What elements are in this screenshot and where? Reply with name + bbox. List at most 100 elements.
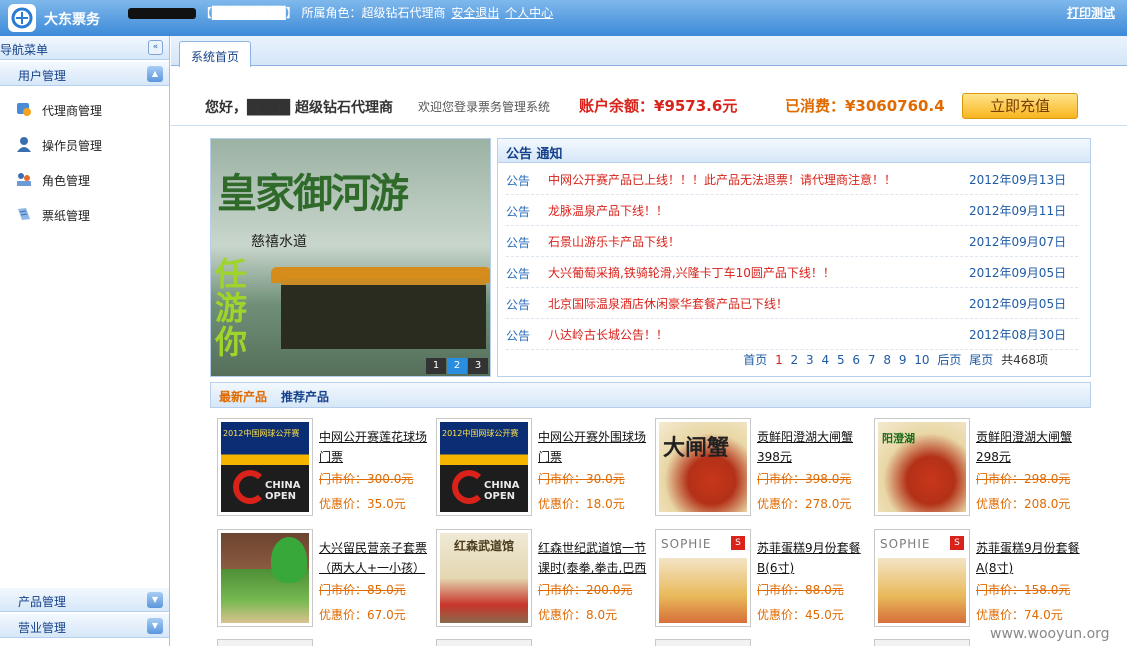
product-image[interactable]: [217, 639, 313, 646]
product-name-link[interactable]: 红森世纪武道馆一节课时(泰拳,拳击,巴西: [538, 538, 650, 578]
product-name-link[interactable]: 苏菲蛋糕9月份套餐B(6寸): [757, 538, 869, 578]
pager-page-6[interactable]: 6: [852, 353, 860, 367]
pager-page-4[interactable]: 4: [821, 353, 829, 367]
sidebar-section-product-management[interactable]: 产品管理 ▼: [0, 588, 169, 612]
pager-next[interactable]: 后页: [937, 353, 961, 367]
pager-page-7[interactable]: 7: [868, 353, 876, 367]
image-caption: SOPHIE: [880, 537, 931, 551]
sidebar-collapse-button[interactable]: «: [148, 40, 163, 55]
sidebar-section-user-management[interactable]: 用户管理 ▲: [0, 62, 169, 86]
pager-last[interactable]: 尾页: [969, 353, 993, 367]
notice-row[interactable]: 公告 八达岭古长城公告！！ 2012年08月30日: [506, 319, 1078, 350]
notice-link[interactable]: 北京国际温泉酒店休闲豪华套餐产品已下线！: [548, 295, 788, 312]
sidebar-item-agent-management[interactable]: 代理商管理: [0, 94, 169, 124]
product-row-partial: [210, 639, 1091, 646]
notice-tag: 公告: [506, 174, 531, 188]
sidebar-item-ticket-paper-management[interactable]: 票纸管理: [0, 199, 169, 229]
product-card[interactable]: 阳澄湖 贡鲜阳澄湖大闸蟹298元 门市价：298.0元 优惠价：208.0元: [871, 418, 1086, 522]
section-label: 产品管理: [18, 595, 67, 609]
product-name-link[interactable]: 中网公开赛外围球场门票: [538, 427, 650, 467]
pager-page-5[interactable]: 5: [837, 353, 845, 367]
product-name-link[interactable]: 贡鲜阳澄湖大闸蟹298元: [976, 427, 1088, 467]
sidebar-header: 导航菜单 «: [0, 36, 169, 60]
sidebar-item-role-management[interactable]: 角色管理: [0, 164, 169, 194]
tab-recommended-products[interactable]: 推荐产品: [281, 388, 329, 405]
product-image[interactable]: SOPHIE S: [655, 529, 751, 627]
pager-page-2[interactable]: 2: [791, 353, 799, 367]
print-test-link[interactable]: 打印测试: [1067, 4, 1115, 21]
market-price: 门市价：398.0元: [757, 472, 852, 486]
pager-page-8[interactable]: 8: [883, 353, 891, 367]
product-image[interactable]: SOPHIE S: [874, 529, 970, 627]
product-image[interactable]: 红森武道馆: [436, 529, 532, 627]
banner-slide-3[interactable]: 3: [468, 358, 488, 374]
sale-price: 优惠价：45.0元: [757, 608, 844, 622]
tab-home[interactable]: 系统首页: [179, 41, 251, 67]
product-image[interactable]: 2012中国网球公开赛 CHINA OPEN: [436, 418, 532, 516]
product-card[interactable]: 大兴留民营亲子套票（两大人+一小孩） 门市价：85.0元 优惠价：67.0元: [214, 529, 429, 633]
banner-carousel[interactable]: 皇家御河游 慈禧水道 任游你 123: [210, 138, 491, 377]
image-caption: 红森武道馆: [454, 539, 515, 553]
notice-tag: 公告: [506, 236, 531, 250]
notice-row[interactable]: 公告 龙脉温泉产品下线！！ 2012年09月11日: [506, 195, 1078, 226]
notice-row[interactable]: 公告 北京国际温泉酒店休闲豪华套餐产品已下线！ 2012年09月05日: [506, 288, 1078, 319]
pager-page-1[interactable]: 1: [775, 353, 783, 367]
brand-name: 大东票务: [44, 12, 100, 28]
notice-row[interactable]: 公告 石景山游乐卡产品下线！ 2012年09月07日: [506, 226, 1078, 257]
notice-link[interactable]: 龙脉温泉产品下线！！: [548, 202, 668, 219]
welcome-bar: 您好，████ 超级钻石代理商 欢迎您登录票务管理系统 账户余额：¥9573.6…: [171, 90, 1127, 126]
logo-icon: [11, 7, 33, 29]
image-caption: SOPHIE: [661, 537, 712, 551]
welcome-message: 欢迎您登录票务管理系统: [418, 100, 551, 114]
product-card[interactable]: 红森武道馆 红森世纪武道馆一节课时(泰拳,拳击,巴西 门市价：200.0元 优惠…: [433, 529, 648, 633]
notice-date: 2012年08月30日: [969, 328, 1067, 342]
banner-slide-2[interactable]: 2: [447, 358, 467, 374]
sidebar-section-business-management[interactable]: 营业管理 ▼: [0, 614, 169, 638]
recharge-button[interactable]: 立即充值: [962, 93, 1078, 119]
section-label: 用户管理: [18, 69, 67, 83]
banner-slide-1[interactable]: 1: [426, 358, 446, 374]
notice-link[interactable]: 大兴葡萄采摘,铁骑轮滑,兴隆卡丁车10圆产品下线！！: [548, 264, 835, 281]
chevron-down-icon[interactable]: ▼: [147, 618, 163, 634]
pager-page-10[interactable]: 10: [914, 353, 929, 367]
pager-first[interactable]: 首页: [743, 353, 767, 367]
menu-label: 代理商管理: [42, 104, 103, 118]
pager-page-3[interactable]: 3: [806, 353, 814, 367]
ticket-paper-icon: [18, 208, 30, 220]
notice-row[interactable]: 公告 中网公开赛产品已上线！！！此产品无法退票！请代理商注意！！ 2012年09…: [506, 164, 1078, 195]
product-image[interactable]: 阳澄湖: [874, 418, 970, 516]
product-name-link[interactable]: 中网公开赛莲花球场门票: [319, 427, 431, 467]
product-image[interactable]: [436, 639, 532, 646]
image-caption: 大闸蟹: [663, 436, 730, 461]
product-name-link[interactable]: 贡鲜阳澄湖大闸蟹398元: [757, 427, 869, 467]
product-card[interactable]: SOPHIE S 苏菲蛋糕9月份套餐B(6寸) 门市价：88.0元 优惠价：45…: [652, 529, 867, 633]
sidebar-item-operator-management[interactable]: 操作员管理: [0, 129, 169, 159]
product-image[interactable]: [655, 639, 751, 646]
product-card[interactable]: 2012中国网球公开赛 CHINA OPEN 中网公开赛莲花球场门票 门市价：3…: [214, 418, 429, 522]
tab-latest-products[interactable]: 最新产品: [219, 388, 267, 405]
notice-row[interactable]: 公告 大兴葡萄采摘,铁骑轮滑,兴隆卡丁车10圆产品下线！！ 2012年09月05…: [506, 257, 1078, 288]
consumed-amount: 已消费：¥3060760.4: [785, 97, 945, 115]
product-card[interactable]: 大闸蟹 贡鲜阳澄湖大闸蟹398元 门市价：398.0元 优惠价：278.0元: [652, 418, 867, 522]
product-image[interactable]: [217, 529, 313, 627]
chevron-up-icon[interactable]: ▲: [147, 66, 163, 82]
product-image[interactable]: 大闸蟹: [655, 418, 751, 516]
profile-link[interactable]: 个人中心: [505, 6, 553, 20]
notice-panel: 公告 通知 公告 中网公开赛产品已上线！！！此产品无法退票！请代理商注意！！ 2…: [497, 138, 1091, 377]
chevron-down-icon[interactable]: ▼: [147, 592, 163, 608]
notice-link[interactable]: 八达岭古长城公告！！: [548, 326, 668, 343]
menu-label: 票纸管理: [42, 209, 91, 223]
product-image[interactable]: [874, 639, 970, 646]
product-card[interactable]: SOPHIE S 苏菲蛋糕9月份套餐A(8寸) 门市价：158.0元 优惠价：7…: [871, 529, 1086, 633]
product-name-link[interactable]: 苏菲蛋糕9月份套餐A(8寸): [976, 538, 1088, 578]
menu-label: 角色管理: [42, 174, 91, 188]
product-card[interactable]: 2012中国网球公开赛 CHINA OPEN 中网公开赛外围球场门票 门市价：3…: [433, 418, 648, 522]
notice-link[interactable]: 石景山游乐卡产品下线！: [548, 233, 680, 250]
product-name-link[interactable]: 大兴留民营亲子套票（两大人+一小孩）: [319, 538, 431, 578]
banner-title: 皇家御河游: [217, 170, 409, 217]
notice-date: 2012年09月11日: [969, 204, 1067, 218]
notice-link[interactable]: 中网公开赛产品已上线！！！此产品无法退票！请代理商注意！！: [548, 171, 896, 188]
logout-link[interactable]: 安全退出: [451, 6, 499, 20]
product-image[interactable]: 2012中国网球公开赛 CHINA OPEN: [217, 418, 313, 516]
pager-page-9[interactable]: 9: [899, 353, 907, 367]
